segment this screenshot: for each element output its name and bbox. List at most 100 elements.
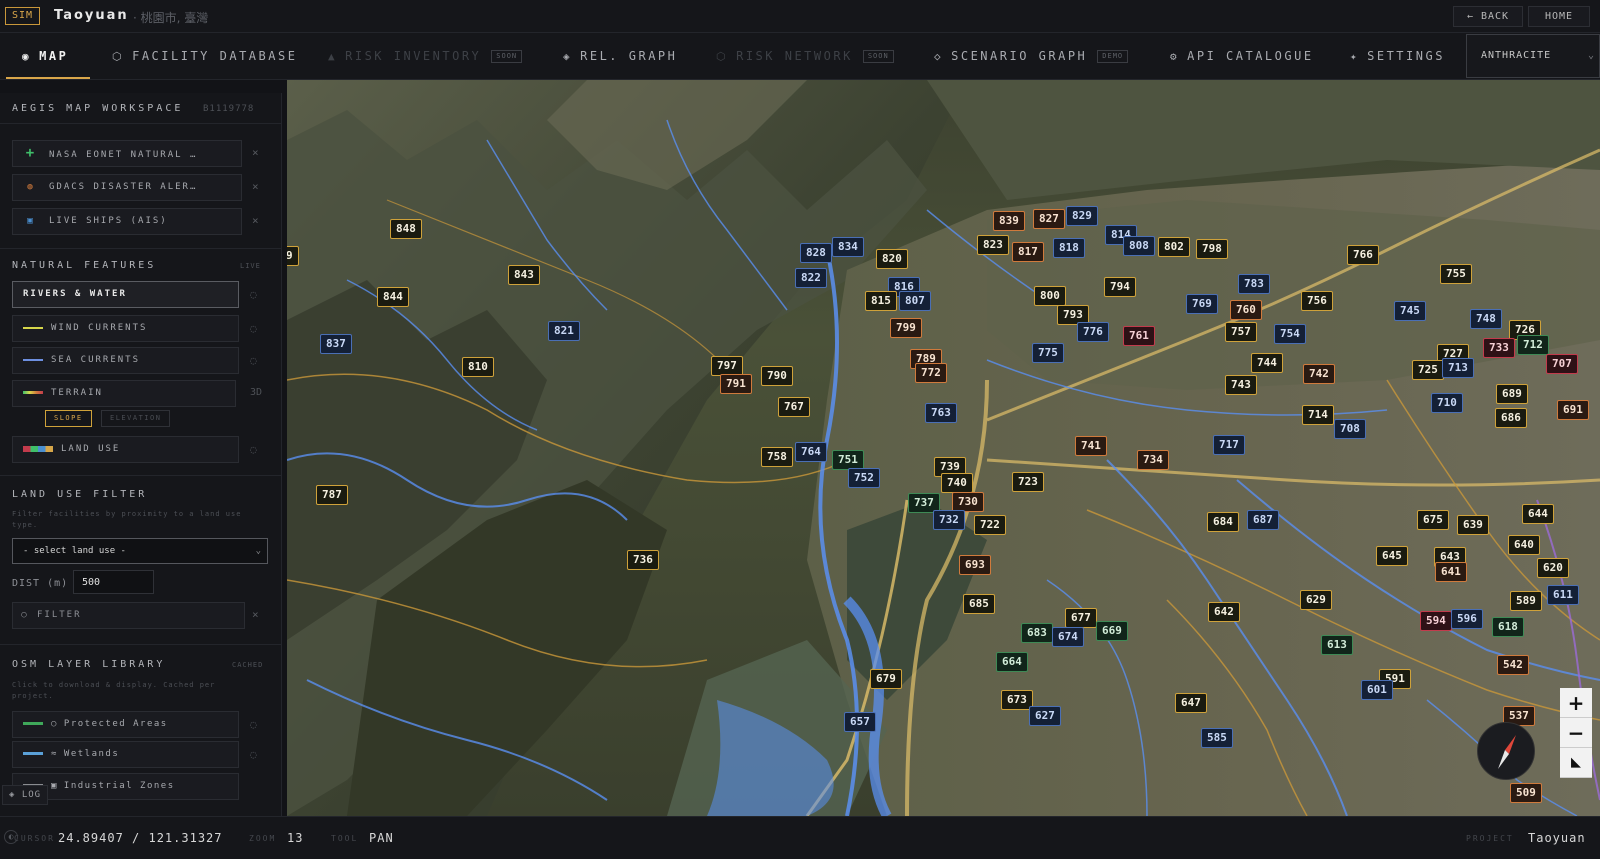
facility-marker[interactable]: 821 (548, 321, 580, 341)
facility-marker[interactable]: 657 (844, 712, 876, 732)
refresh-icon[interactable]: ◌ (250, 718, 257, 731)
facility-marker[interactable]: 758 (761, 447, 793, 467)
theme-select[interactable]: ANTHRACITE ⌄ (1466, 34, 1600, 78)
facility-marker[interactable]: 733 (1483, 338, 1515, 358)
dist-input[interactable] (73, 570, 154, 594)
facility-marker[interactable]: 686 (1495, 408, 1527, 428)
facility-marker[interactable]: 745 (1394, 301, 1426, 321)
facility-marker[interactable]: 740 (941, 473, 973, 493)
facility-marker[interactable]: 787 (316, 485, 348, 505)
chip-elevation[interactable]: ELEVATION (101, 410, 171, 427)
facility-marker[interactable]: 620 (1537, 558, 1569, 578)
facility-marker[interactable]: 713 (1442, 358, 1474, 378)
facility-marker[interactable]: 717 (1213, 435, 1245, 455)
facility-marker[interactable]: 683 (1021, 623, 1053, 643)
facility-marker[interactable]: 691 (1557, 400, 1589, 420)
facility-marker[interactable]: 708 (1334, 419, 1366, 439)
refresh-icon[interactable]: ◌ (250, 288, 257, 301)
back-button[interactable]: ← BACK (1453, 6, 1523, 27)
facility-marker[interactable]: 827 (1033, 209, 1065, 229)
facility-marker[interactable]: 752 (848, 468, 880, 488)
facility-marker[interactable]: 674 (1052, 627, 1084, 647)
feature-sea-currents[interactable]: SEA CURRENTS (12, 347, 239, 374)
facility-marker[interactable]: 820 (876, 249, 908, 269)
feature-terrain[interactable]: TERRAIN (12, 380, 236, 407)
facility-marker[interactable]: 755 (1440, 264, 1472, 284)
facility-marker[interactable]: 730 (952, 492, 984, 512)
zoom-in-button[interactable]: + (1560, 688, 1592, 718)
terrain-3d-toggle[interactable]: 3D (250, 387, 262, 398)
facility-marker[interactable]: 766 (1347, 245, 1379, 265)
facility-marker[interactable]: 848 (390, 219, 422, 239)
facility-marker[interactable]: 734 (1137, 450, 1169, 470)
facility-marker[interactable]: 754 (1274, 324, 1306, 344)
remove-layer-icon[interactable]: × (252, 180, 259, 193)
facility-marker[interactable]: 800 (1034, 286, 1066, 306)
map-canvas[interactable]: 848 9 843 844 821 837 810 828 834 822 82… (287, 80, 1600, 816)
facility-marker[interactable]: 644 (1522, 504, 1554, 524)
facility-marker[interactable]: 807 (899, 291, 931, 311)
facility-marker[interactable]: 689 (1496, 384, 1528, 404)
facility-marker[interactable]: 741 (1075, 436, 1107, 456)
osm-wetlands[interactable]: ≈ Wetlands (12, 741, 239, 768)
facility-marker[interactable]: 669 (1096, 621, 1128, 641)
facility-marker[interactable]: 799 (890, 318, 922, 338)
facility-marker[interactable]: 790 (761, 366, 793, 386)
facility-marker[interactable]: 815 (865, 291, 897, 311)
tab-scenario-graph[interactable]: ◇ SCENARIO GRAPH DEMO (934, 33, 1129, 79)
facility-marker[interactable]: 769 (1186, 294, 1218, 314)
facility-marker[interactable]: 802 (1158, 237, 1190, 257)
facility-marker[interactable]: 732 (933, 510, 965, 530)
facility-marker[interactable]: 823 (977, 235, 1009, 255)
facility-marker[interactable]: 744 (1251, 353, 1283, 373)
facility-marker[interactable]: 639 (1457, 515, 1489, 535)
facility-marker[interactable]: 679 (870, 669, 902, 689)
chip-slope[interactable]: SLOPE (45, 410, 92, 427)
facility-marker[interactable]: 767 (778, 397, 810, 417)
facility-marker[interactable]: 589 (1510, 591, 1542, 611)
facility-marker[interactable]: 594 (1420, 611, 1452, 631)
feature-land-use[interactable]: LAND USE (12, 436, 239, 463)
refresh-icon[interactable]: ◌ (250, 443, 257, 456)
facility-marker[interactable]: 707 (1546, 354, 1578, 374)
facility-marker[interactable]: 685 (963, 594, 995, 614)
facility-marker[interactable]: 760 (1230, 300, 1262, 320)
facility-marker[interactable]: 725 (1412, 360, 1444, 380)
facility-marker[interactable]: 9 (287, 246, 299, 266)
reset-bearing-button[interactable]: ◣ (1560, 748, 1592, 778)
facility-marker[interactable]: 664 (996, 652, 1028, 672)
osm-protected-areas[interactable]: ○ Protected Areas (12, 711, 239, 738)
tab-settings[interactable]: ✦ SETTINGS (1350, 33, 1445, 79)
facility-marker[interactable]: 808 (1123, 236, 1155, 256)
facility-marker[interactable]: 629 (1300, 590, 1332, 610)
facility-marker[interactable]: 817 (1012, 242, 1044, 262)
layer-live-ships[interactable]: ▣ LIVE SHIPS (AIS) (12, 208, 242, 235)
facility-marker[interactable]: 764 (795, 442, 827, 462)
feature-rivers-water[interactable]: RIVERS & WATER (12, 281, 239, 308)
tab-rel-graph[interactable]: ◈ REL. GRAPH (563, 33, 677, 79)
facility-marker[interactable]: 791 (720, 374, 752, 394)
facility-marker[interactable]: 613 (1321, 635, 1353, 655)
facility-marker[interactable]: 829 (1066, 206, 1098, 226)
facility-marker[interactable]: 684 (1207, 512, 1239, 532)
remove-layer-icon[interactable]: × (252, 214, 259, 227)
tab-api-catalogue[interactable]: ⚙ API CATALOGUE (1170, 33, 1314, 79)
facility-marker[interactable]: 837 (320, 334, 352, 354)
facility-marker[interactable]: 710 (1431, 393, 1463, 413)
facility-marker[interactable]: 675 (1417, 510, 1449, 530)
facility-marker[interactable]: 722 (974, 515, 1006, 535)
tab-map[interactable]: ◉ MAP (6, 33, 90, 79)
facility-marker[interactable]: 627 (1029, 706, 1061, 726)
zoom-out-button[interactable]: − (1560, 718, 1592, 748)
facility-marker[interactable]: 797 (711, 356, 743, 376)
facility-marker[interactable]: 751 (832, 450, 864, 470)
facility-marker[interactable]: 611 (1547, 585, 1579, 605)
facility-marker[interactable]: 714 (1302, 405, 1334, 425)
facility-marker[interactable]: 828 (800, 243, 832, 263)
clear-filter-icon[interactable]: × (252, 608, 259, 621)
facility-marker[interactable]: 794 (1104, 277, 1136, 297)
land-use-select[interactable]: - select land use - ⌄ (12, 538, 268, 564)
facility-marker[interactable]: 618 (1492, 617, 1524, 637)
facility-marker[interactable]: 641 (1435, 562, 1467, 582)
home-button[interactable]: HOME (1528, 6, 1590, 27)
